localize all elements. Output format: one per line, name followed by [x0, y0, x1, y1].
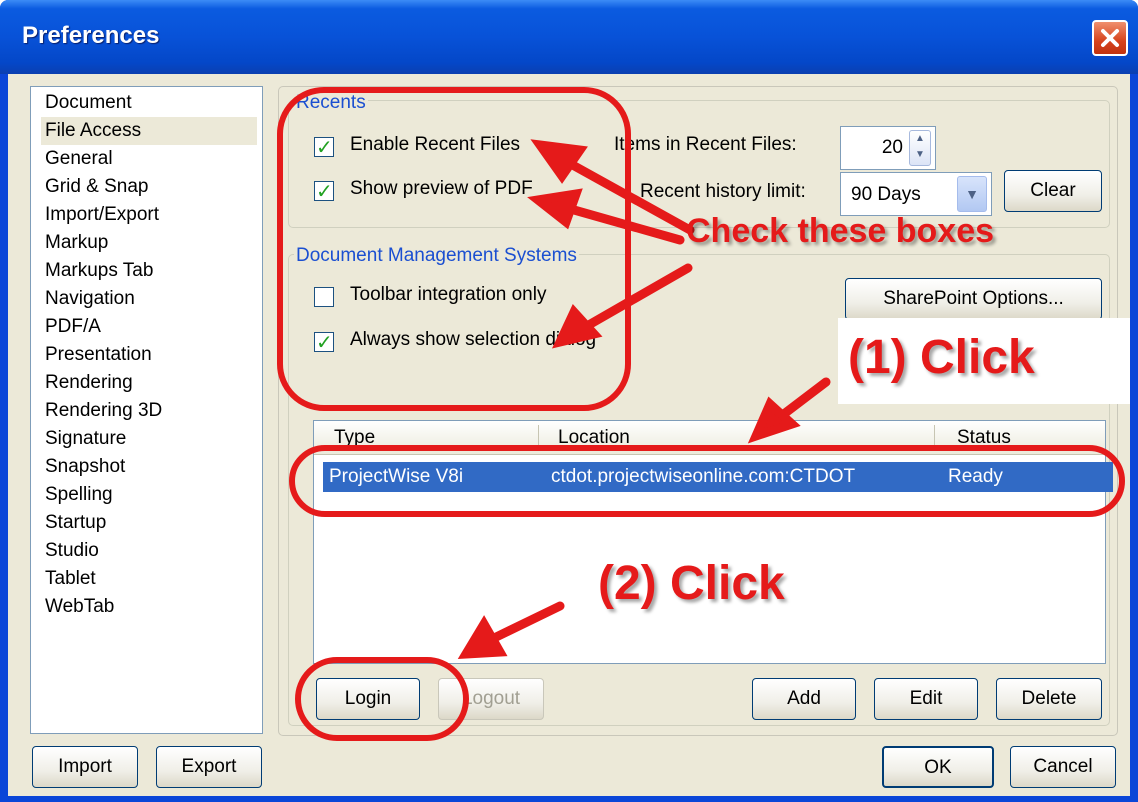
- annotation-check-these-boxes: Check these boxes: [686, 212, 995, 250]
- items-in-recent-files-label: Items in Recent Files:: [614, 134, 797, 155]
- column-divider[interactable]: [934, 425, 935, 451]
- category-item-rendering-3d[interactable]: Rendering 3D: [45, 397, 162, 425]
- clear-button[interactable]: Clear: [1004, 170, 1102, 212]
- dms-list[interactable]: Type Location Status: [313, 420, 1106, 664]
- items-in-recent-files-stepper[interactable]: 20 ▲ ▼: [840, 126, 936, 170]
- category-item-tablet[interactable]: Tablet: [45, 565, 96, 593]
- category-item-presentation[interactable]: Presentation: [45, 341, 152, 369]
- column-divider[interactable]: [538, 425, 539, 451]
- delete-button[interactable]: Delete: [996, 678, 1102, 720]
- recent-history-limit-select[interactable]: 90 Days ▼: [840, 172, 992, 216]
- always-show-dialog-checkbox[interactable]: ✓: [314, 332, 334, 354]
- add-button[interactable]: Add: [752, 678, 856, 720]
- column-header-type[interactable]: Type: [334, 427, 375, 449]
- category-item-rendering[interactable]: Rendering: [45, 369, 133, 397]
- cell-status: Ready: [948, 466, 1003, 487]
- enable-recent-files-label[interactable]: Enable Recent Files: [350, 134, 520, 156]
- category-item-document[interactable]: Document: [45, 89, 132, 117]
- close-button[interactable]: [1092, 20, 1128, 56]
- category-item-pdfa[interactable]: PDF/A: [45, 313, 101, 341]
- category-item-spelling[interactable]: Spelling: [45, 481, 113, 509]
- cell-location: ctdot.projectwiseonline.com:CTDOT: [551, 466, 856, 487]
- category-item-webtab[interactable]: WebTab: [45, 593, 114, 621]
- sharepoint-options-button[interactable]: SharePoint Options...: [845, 278, 1102, 320]
- category-item-studio[interactable]: Studio: [45, 537, 99, 565]
- category-item-file-access[interactable]: File Access: [41, 117, 257, 145]
- title-bar[interactable]: Preferences: [0, 0, 1138, 74]
- always-show-dialog-label[interactable]: Always show selection dialog: [350, 329, 596, 351]
- category-item-grid-snap[interactable]: Grid & Snap: [45, 173, 149, 201]
- import-button[interactable]: Import: [32, 746, 138, 788]
- toolbar-integration-label[interactable]: Toolbar integration only: [350, 284, 546, 306]
- recents-group-label: Recents: [294, 92, 368, 114]
- category-item-import-export[interactable]: Import/Export: [45, 201, 159, 229]
- close-icon: [1101, 29, 1119, 47]
- category-item-navigation[interactable]: Navigation: [45, 285, 135, 313]
- checkmark-icon: ✓: [316, 332, 333, 354]
- login-button[interactable]: Login: [316, 678, 420, 720]
- column-header-location[interactable]: Location: [558, 427, 630, 449]
- logout-button[interactable]: Logout: [438, 678, 544, 720]
- export-button[interactable]: Export: [156, 746, 262, 788]
- category-item-startup[interactable]: Startup: [45, 509, 106, 537]
- show-preview-checkbox[interactable]: ✓: [314, 181, 334, 203]
- recent-history-limit-label: Recent history limit:: [640, 181, 806, 202]
- annotation-click-1: (1) Click: [848, 331, 1035, 384]
- checkmark-icon: ✓: [316, 137, 333, 159]
- show-preview-label[interactable]: Show preview of PDF: [350, 178, 533, 200]
- category-item-snapshot[interactable]: Snapshot: [45, 453, 125, 481]
- chevron-down-icon[interactable]: ▼: [957, 176, 987, 212]
- toolbar-integration-checkbox[interactable]: [314, 287, 334, 307]
- table-row[interactable]: ProjectWise V8i ctdot.projectwiseonline.…: [323, 462, 1113, 492]
- dms-group-label: Document Management Systems: [294, 245, 579, 267]
- ok-button[interactable]: OK: [882, 746, 994, 788]
- category-item-general[interactable]: General: [45, 145, 113, 173]
- history-value: 90 Days: [851, 184, 921, 205]
- enable-recent-files-checkbox[interactable]: ✓: [314, 137, 334, 159]
- cell-type: ProjectWise V8i: [329, 466, 464, 487]
- category-item-signature[interactable]: Signature: [45, 425, 126, 453]
- window-title: Preferences: [22, 22, 160, 49]
- cancel-button[interactable]: Cancel: [1010, 746, 1116, 788]
- items-value: 20: [881, 137, 903, 158]
- column-header-status[interactable]: Status: [957, 427, 1011, 449]
- list-header: Type Location Status: [314, 421, 1105, 455]
- category-list[interactable]: Document File Access General Grid & Snap…: [30, 86, 263, 734]
- annotation-click-2: (2) Click: [598, 557, 785, 610]
- category-item-markups-tab[interactable]: Markups Tab: [45, 257, 153, 285]
- spin-updown-icon[interactable]: ▲ ▼: [909, 130, 931, 166]
- edit-button[interactable]: Edit: [874, 678, 978, 720]
- checkmark-icon: ✓: [316, 181, 333, 203]
- category-item-markup[interactable]: Markup: [45, 229, 108, 257]
